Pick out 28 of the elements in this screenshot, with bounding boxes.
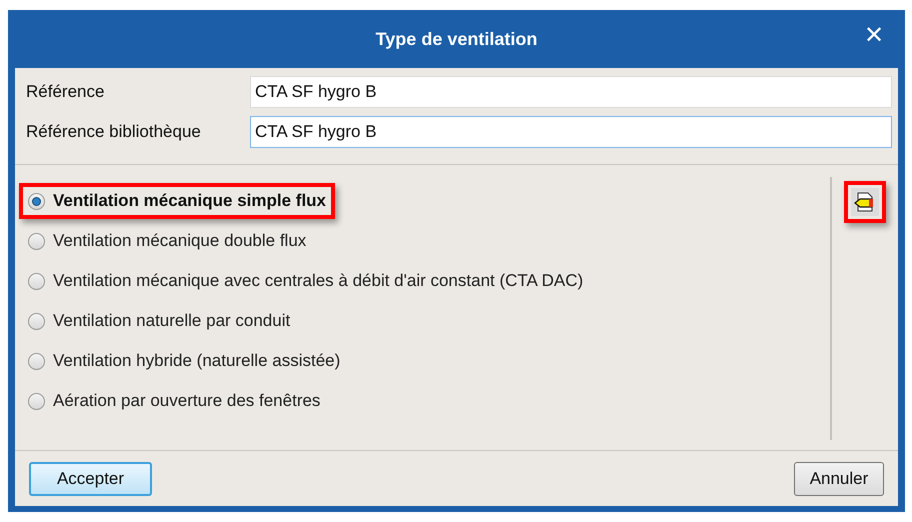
radio-button[interactable] xyxy=(28,352,45,370)
option-label: Ventilation naturelle par conduit xyxy=(53,310,290,332)
text-field[interactable]: CTA SF hygro B xyxy=(250,76,892,108)
radio-option[interactable]: Ventilation mécanique double flux xyxy=(19,223,316,259)
radio-button[interactable] xyxy=(28,392,45,410)
radio-option[interactable]: Ventilation naturelle par conduit xyxy=(19,303,300,339)
close-button[interactable]: ✕ xyxy=(864,24,884,48)
field-label: Référence xyxy=(26,81,106,104)
radio-option[interactable]: Aération par ouverture des fenêtres xyxy=(19,383,330,419)
radio-option[interactable]: Ventilation hybride (naturelle assistée) xyxy=(19,343,350,379)
radio-option[interactable]: Ventilation mécanique avec centrales à débit d'air constant (CTA DAC) xyxy=(19,263,592,299)
pencil-document-icon xyxy=(851,188,879,216)
option-label: Ventilation mécanique simple flux xyxy=(53,190,326,212)
option-label: Ventilation mécanique double flux xyxy=(53,230,306,252)
radio-button[interactable] xyxy=(28,192,45,210)
cancel-button[interactable]: Annuler xyxy=(794,462,884,496)
edit-tool-button[interactable] xyxy=(844,181,886,223)
highlighted-option[interactable]: Ventilation mécanique simple flux xyxy=(19,183,336,219)
field-label: Référence bibliothèque xyxy=(26,121,202,144)
radio-button[interactable] xyxy=(28,312,45,330)
option-label: Ventilation hybride (naturelle assistée) xyxy=(53,350,340,372)
radio-button[interactable] xyxy=(28,232,45,250)
accept-button[interactable]: Accepter xyxy=(29,462,152,496)
text-field[interactable]: CTA SF hygro B xyxy=(250,116,892,148)
option-label: Ventilation mécanique avec centrales à débit d'air constant (CTA DAC) xyxy=(53,270,584,292)
window-title: Type de ventilation xyxy=(376,28,538,51)
option-label: Aération par ouverture des fenêtres xyxy=(53,390,320,412)
radio-button[interactable] xyxy=(28,272,45,290)
